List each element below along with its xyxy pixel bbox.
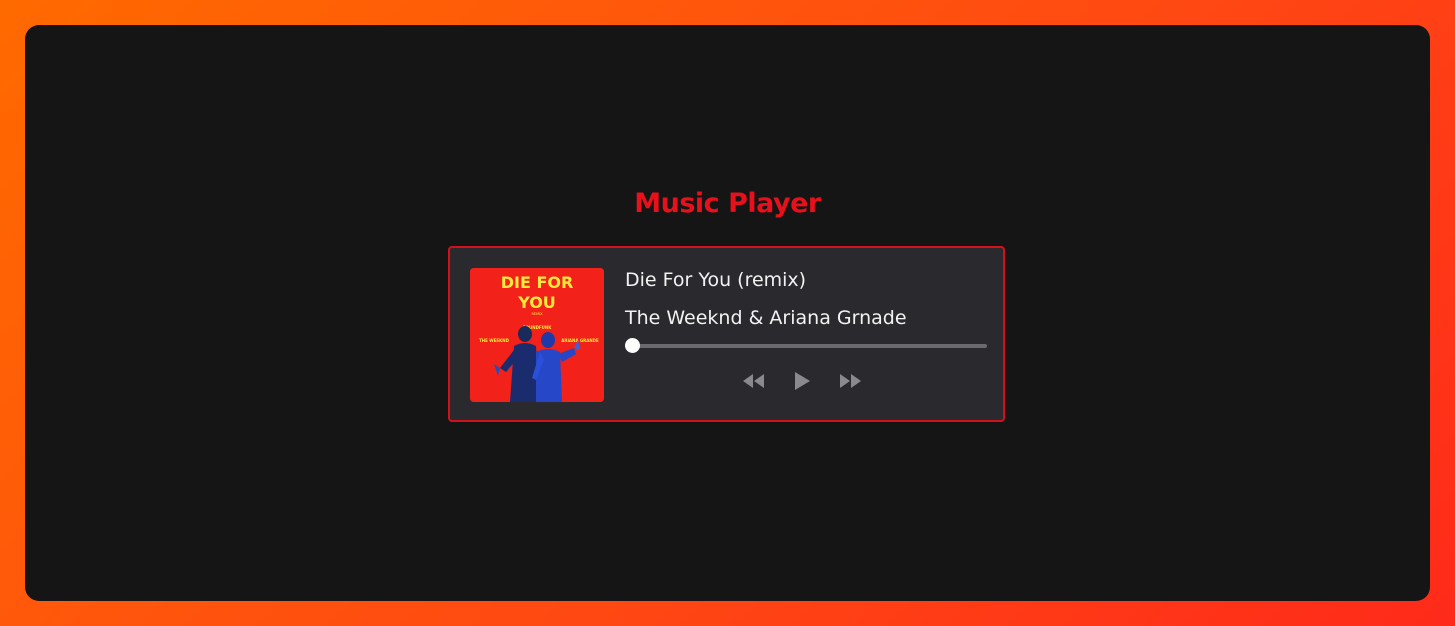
cover-subtitle: REMIX bbox=[531, 312, 543, 316]
playback-controls bbox=[740, 369, 864, 393]
artist-name: The Weeknd & Ariana Grnade bbox=[625, 307, 907, 329]
fast-forward-icon bbox=[840, 374, 861, 388]
previous-button[interactable] bbox=[740, 369, 766, 393]
song-title: Die For You (remix) bbox=[625, 269, 807, 291]
rewind-icon bbox=[743, 374, 764, 388]
album-cover-art: DIE FOR YOU REMIX SOUNDFUNK THE WEEKND A… bbox=[470, 268, 604, 402]
next-button[interactable] bbox=[838, 369, 864, 393]
cover-title: DIE FOR bbox=[501, 273, 574, 292]
progress-thumb[interactable] bbox=[625, 338, 640, 353]
album-cover: DIE FOR YOU REMIX SOUNDFUNK THE WEEKND A… bbox=[470, 268, 604, 402]
cover-title-line2: YOU bbox=[517, 293, 556, 312]
play-button[interactable] bbox=[789, 369, 815, 393]
cover-artist-right: ARIANA GRANDE bbox=[561, 338, 599, 343]
cover-artist-left: THE WEEKND bbox=[479, 338, 510, 343]
music-player-card: DIE FOR YOU REMIX SOUNDFUNK THE WEEKND A… bbox=[448, 246, 1005, 422]
progress-bar[interactable] bbox=[625, 338, 987, 353]
play-icon bbox=[795, 372, 810, 390]
page-title: Music Player bbox=[634, 188, 821, 219]
